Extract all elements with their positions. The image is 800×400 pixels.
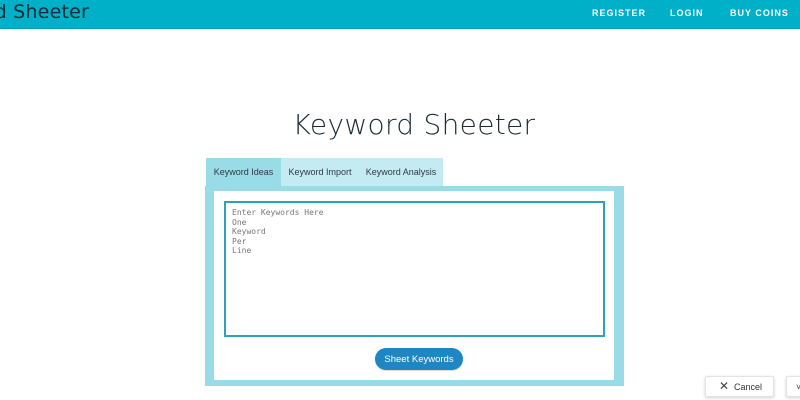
chevron-icon: ˅ (796, 382, 800, 392)
brand-logo-text[interactable]: rd Sheeter (0, 1, 89, 23)
cancel-button[interactable]: ✕ Cancel (705, 376, 774, 397)
nav-register-link[interactable]: REGISTER (592, 8, 646, 18)
keywords-textarea[interactable] (224, 201, 605, 337)
nav-login-link[interactable]: LOGIN (670, 8, 704, 18)
overlay-more-button[interactable]: ˅ (786, 376, 800, 397)
nav-buy-coins-link[interactable]: BUY COINS (730, 8, 789, 18)
keyword-ideas-panel: Sheet Keywords (205, 186, 624, 386)
tab-keyword-analysis[interactable]: Keyword Analysis (359, 158, 443, 186)
close-icon: ✕ (719, 379, 730, 393)
page-title: Keyword Sheeter (292, 108, 536, 141)
top-navbar: rd Sheeter REGISTER LOGIN BUY COINS (0, 0, 800, 29)
panel-content: Sheet Keywords (214, 191, 614, 380)
tab-keyword-ideas[interactable]: Keyword Ideas (206, 158, 281, 186)
sheet-keywords-button[interactable]: Sheet Keywords (375, 348, 463, 370)
cancel-button-label: Cancel (734, 382, 763, 392)
tab-keyword-import[interactable]: Keyword Import (281, 158, 359, 186)
